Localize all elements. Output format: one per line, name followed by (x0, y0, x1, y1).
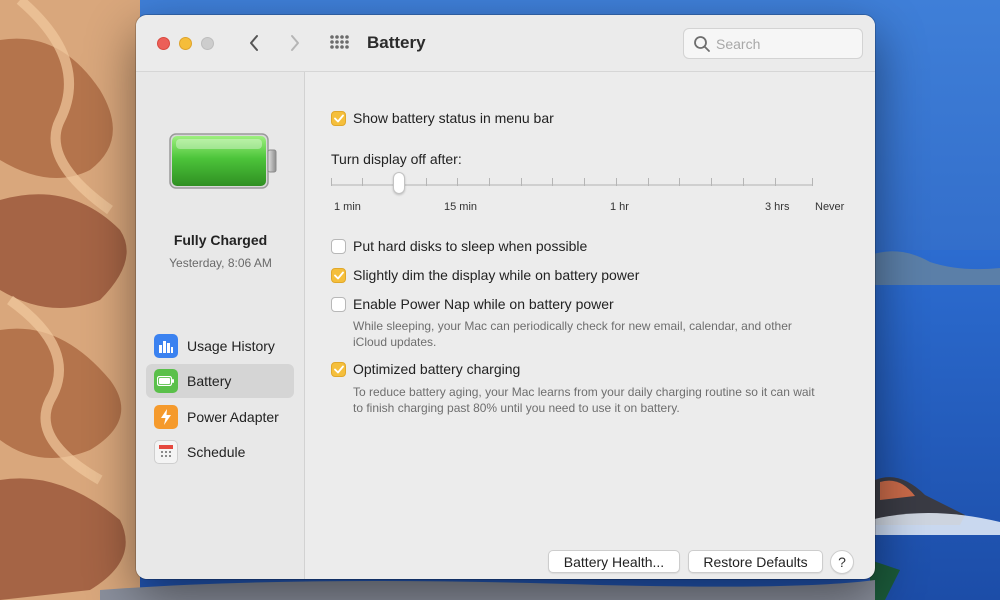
power-nap-description-line-1: While sleeping, your Mac can periodicall… (353, 319, 792, 333)
chevron-right-icon (291, 35, 299, 51)
optimized-charging-label: Optimized battery charging (353, 361, 521, 377)
slider-tick (616, 178, 617, 186)
slider-tick (521, 178, 522, 186)
slider-tick (331, 178, 332, 186)
sidebar-item-schedule[interactable]: Schedule (146, 435, 294, 469)
optimized-charging-description: To reduce battery aging, your Mac learns… (353, 384, 863, 416)
sidebar-item-label: Usage History (187, 338, 275, 354)
hard-disks-label: Put hard disks to sleep when possible (353, 238, 588, 254)
slider-tick (775, 178, 776, 186)
slider-tick (679, 178, 680, 186)
restore-defaults-button[interactable]: Restore Defaults (688, 550, 823, 573)
slider-tick (552, 178, 553, 186)
slider-tick (584, 178, 585, 186)
checkmark-icon (333, 114, 344, 122)
battery-health-button[interactable]: Battery Health... (548, 550, 680, 573)
forward-button[interactable] (283, 31, 307, 55)
display-off-label: Turn display off after: (331, 151, 462, 167)
sidebar-item-label: Power Adapter (187, 409, 279, 425)
slider-label-15-min: 15 min (444, 201, 478, 213)
show-status-label: Show battery status in menu bar (353, 110, 554, 126)
close-window-button[interactable] (157, 37, 170, 50)
minimize-window-button[interactable] (179, 37, 192, 50)
checkmark-icon (333, 365, 344, 373)
show-all-button[interactable] (329, 34, 351, 54)
charge-timestamp: Yesterday, 8:06 AM (169, 256, 272, 270)
slider-tick (457, 178, 458, 186)
sidebar-item-battery[interactable]: Battery (146, 364, 294, 398)
sidebar-item-power-adapter[interactable]: Power Adapter (146, 400, 294, 434)
bar-chart-icon (154, 334, 178, 358)
slider-tick (489, 178, 490, 186)
sidebar: Fully Charged Yesterday, 8:06 AM Usage H… (136, 72, 305, 579)
battery-large-icon (169, 133, 277, 189)
slider-label-3-hrs: 3 hrs (765, 201, 790, 213)
back-button[interactable] (242, 31, 266, 55)
slider-tick (812, 178, 813, 186)
calendar-icon (154, 440, 178, 464)
lightning-icon (154, 405, 178, 429)
sidebar-item-usage-history[interactable]: Usage History (146, 329, 294, 363)
slider-tick (743, 178, 744, 186)
search-input[interactable] (716, 34, 856, 54)
help-button[interactable]: ? (830, 550, 854, 574)
optimized-charging-description-line-1: To reduce battery aging, your Mac learns… (353, 385, 815, 399)
power-nap-row[interactable]: Enable Power Nap while on battery power (331, 296, 614, 312)
search-field[interactable] (683, 28, 863, 59)
battery-settings-pane: Show battery status in menu bar Turn dis… (306, 72, 875, 579)
show-status-checkbox[interactable] (331, 110, 346, 126)
dim-display-row[interactable]: Slightly dim the display while on batter… (331, 267, 639, 283)
sidebar-item-label: Battery (187, 373, 232, 389)
show-status-row[interactable]: Show battery status in menu bar (331, 110, 554, 126)
power-nap-checkbox[interactable] (331, 296, 346, 312)
slider-tick (426, 178, 427, 186)
search-icon (694, 36, 710, 52)
power-nap-label: Enable Power Nap while on battery power (353, 296, 614, 312)
slider-knob[interactable] (393, 172, 405, 194)
slider-label-1-min: 1 min (334, 201, 361, 213)
chevron-left-icon (250, 35, 258, 51)
slider-tick (648, 178, 649, 186)
slider-tick (711, 178, 712, 186)
charge-status: Fully Charged (173, 232, 268, 248)
power-nap-description: While sleeping, your Mac can periodicall… (353, 318, 863, 350)
hard-disks-checkbox[interactable] (331, 238, 346, 254)
checkmark-icon (333, 271, 344, 279)
hard-disks-row[interactable]: Put hard disks to sleep when possible (331, 238, 587, 254)
sidebar-item-label: Schedule (187, 444, 246, 460)
system-preferences-window: Battery Search Fully Charged Yesterday, … (136, 15, 875, 579)
power-nap-description-line-2: iCloud updates. (353, 335, 437, 349)
window-title: Battery (367, 33, 426, 52)
grid-icon (330, 35, 349, 49)
title-bar: Battery (136, 15, 875, 72)
slider-tick (362, 178, 363, 186)
battery-icon (154, 369, 178, 393)
slider-label-never: Never (815, 201, 845, 213)
optimized-charging-checkbox[interactable] (331, 361, 346, 377)
optimized-charging-description-line-2: to finish charging past 80% until you ne… (353, 401, 680, 415)
zoom-window-button[interactable] (201, 37, 214, 50)
slider-label-1-hr: 1 hr (610, 201, 629, 213)
optimized-charging-row[interactable]: Optimized battery charging (331, 361, 520, 377)
dim-display-label: Slightly dim the display while on batter… (353, 267, 640, 283)
dim-display-checkbox[interactable] (331, 267, 346, 283)
